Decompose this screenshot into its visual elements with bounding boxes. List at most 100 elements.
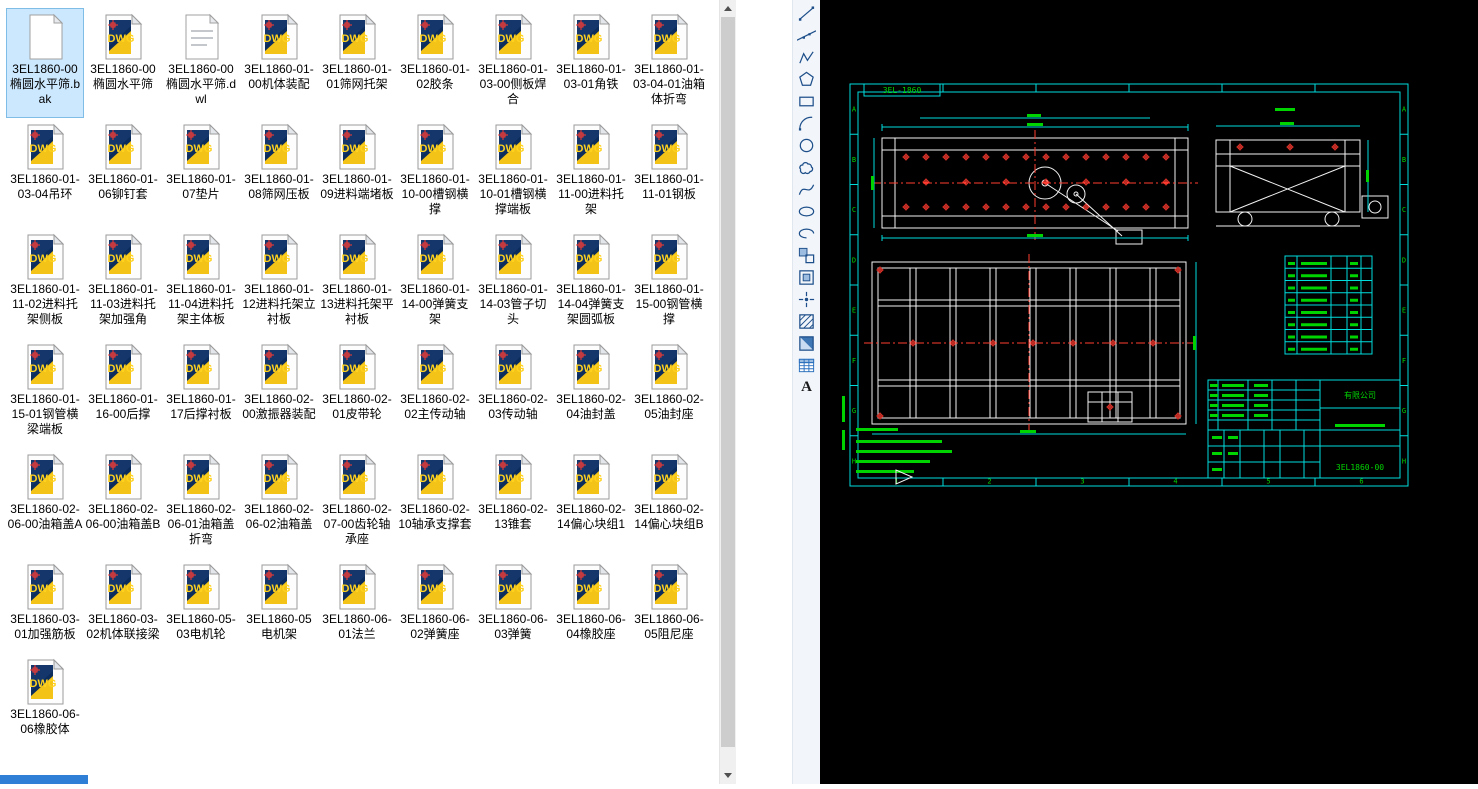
file-item[interactable]: DWG 3EL1860-06-04橡胶座 bbox=[552, 558, 630, 653]
cad-viewport[interactable]: 1 2 3 4 5 6 A A B B C C D D E E F F G G H H 3EL-1860 有限公司 3EL18… bbox=[820, 0, 1478, 784]
scrollbar-thumb[interactable] bbox=[721, 17, 735, 747]
file-item[interactable]: DWG 3EL1860-03-01加强筋板 bbox=[6, 558, 84, 653]
file-name: 3EL1860-01-03-04-01油箱体折弯 bbox=[632, 62, 706, 106]
file-item[interactable]: DWG 3EL1860-06-03弹簧 bbox=[474, 558, 552, 653]
file-item[interactable]: DWG 3EL1860-01-08筛网压板 bbox=[240, 118, 318, 228]
file-name: 3EL1860-01-03-04吊环 bbox=[10, 172, 80, 201]
file-item[interactable]: DWG 3EL1860-01-17后撑衬板 bbox=[162, 338, 240, 448]
file-item[interactable]: DWG 3EL1860-01-14-04弹簧支架圆弧板 bbox=[552, 228, 630, 338]
circle-icon[interactable] bbox=[795, 135, 819, 156]
ellipse-arc-icon[interactable] bbox=[795, 223, 819, 244]
file-item[interactable]: DWG 3EL1860-02-04油封盖 bbox=[552, 338, 630, 448]
bak-file-icon bbox=[21, 13, 69, 61]
file-item[interactable]: DWG 3EL1860-06-01法兰 bbox=[318, 558, 396, 653]
file-item[interactable]: DWG 3EL1860-02-05油封座 bbox=[630, 338, 708, 448]
polyline-icon[interactable] bbox=[795, 47, 819, 68]
file-item[interactable]: DWG 3EL1860-06-06橡胶体 bbox=[6, 653, 84, 748]
file-item[interactable]: DWG 3EL1860-02-06-01油箱盖折弯 bbox=[162, 448, 240, 558]
file-item[interactable]: 3EL1860-00椭圆水平筛.dwl bbox=[162, 8, 240, 118]
scroll-up-button[interactable] bbox=[720, 0, 736, 17]
file-item[interactable]: DWG 3EL1860-02-07-00齿轮轴承座 bbox=[318, 448, 396, 558]
file-item[interactable]: DWG 3EL1860-01-03-04吊环 bbox=[6, 118, 84, 228]
dwg-file-icon: DWG bbox=[255, 563, 303, 611]
file-item[interactable]: DWG 3EL1860-01-10-01槽钢横撑端板 bbox=[474, 118, 552, 228]
arc-icon[interactable] bbox=[795, 113, 819, 134]
file-item[interactable]: DWG 3EL1860-01-09进料端堵板 bbox=[318, 118, 396, 228]
dwg-file-icon: DWG bbox=[645, 563, 693, 611]
file-item[interactable]: DWG 3EL1860-01-11-02进料托架侧板 bbox=[6, 228, 84, 338]
file-item[interactable]: DWG 3EL1860-01-02胶条 bbox=[396, 8, 474, 118]
dwl-file-icon bbox=[177, 13, 225, 61]
file-item[interactable]: DWG 3EL1860-06-02弹簧座 bbox=[396, 558, 474, 653]
dwg-file-icon: DWG bbox=[177, 233, 225, 281]
file-item[interactable]: DWG 3EL1860-02-06-00油箱盖A bbox=[6, 448, 84, 558]
file-name: 3EL1860-01-11-01钢板 bbox=[634, 172, 704, 201]
file-item[interactable]: DWG 3EL1860-02-01皮带轮 bbox=[318, 338, 396, 448]
file-item[interactable]: DWG 3EL1860-02-13锥套 bbox=[474, 448, 552, 558]
file-name: 3EL1860-02-06-00油箱盖B bbox=[85, 502, 161, 531]
file-item[interactable]: DWG 3EL1860-02-14偏心块组B bbox=[630, 448, 708, 558]
file-item[interactable]: DWG 3EL1860-01-03-00侧板焊合 bbox=[474, 8, 552, 118]
dwg-file-icon: DWG bbox=[567, 123, 615, 171]
dwg-icon-label: DWG bbox=[420, 363, 447, 375]
file-item[interactable]: DWG 3EL1860-05-03电机轮 bbox=[162, 558, 240, 653]
polygon-icon[interactable] bbox=[795, 69, 819, 90]
file-item[interactable]: DWG 3EL1860-02-10轴承支撑套 bbox=[396, 448, 474, 558]
taskbar-corner[interactable] bbox=[0, 775, 88, 784]
file-item[interactable]: DWG 3EL1860-01-14-03管子切头 bbox=[474, 228, 552, 338]
file-item[interactable]: DWG 3EL1860-03-02机体联接梁 bbox=[84, 558, 162, 653]
construction-line-icon[interactable] bbox=[795, 25, 819, 46]
file-item[interactable]: DWG 3EL1860-02-14偏心块组1 bbox=[552, 448, 630, 558]
file-item[interactable]: DWG 3EL1860-01-06铆钉套 bbox=[84, 118, 162, 228]
scroll-down-arrow-icon bbox=[724, 773, 732, 778]
line-icon[interactable] bbox=[795, 3, 819, 24]
file-item[interactable]: DWG 3EL1860-01-15-01钢管横梁端板 bbox=[6, 338, 84, 448]
revision-cloud-icon[interactable] bbox=[795, 157, 819, 178]
file-item[interactable]: DWG 3EL1860-01-12进料托架立衬板 bbox=[240, 228, 318, 338]
file-item[interactable]: DWG 3EL1860-01-03-04-01油箱体折弯 bbox=[630, 8, 708, 118]
hatch-icon[interactable] bbox=[795, 311, 819, 332]
file-name: 3EL1860-02-01皮带轮 bbox=[322, 392, 392, 421]
svg-text:A: A bbox=[852, 106, 857, 114]
file-item[interactable]: DWG 3EL1860-02-00激振器装配 bbox=[240, 338, 318, 448]
file-item[interactable]: DWG 3EL1860-01-11-01钢板 bbox=[630, 118, 708, 228]
insert-block-icon[interactable] bbox=[795, 245, 819, 266]
ellipse-icon[interactable] bbox=[795, 201, 819, 222]
file-item[interactable]: DWG 3EL1860-01-16-00后撑 bbox=[84, 338, 162, 448]
svg-text:C: C bbox=[852, 206, 856, 214]
file-item[interactable]: DWG 3EL1860-02-06-02油箱盖 bbox=[240, 448, 318, 558]
file-item[interactable]: DWG 3EL1860-01-01筛网托架 bbox=[318, 8, 396, 118]
point-icon[interactable] bbox=[795, 289, 819, 310]
file-grid: 3EL1860-00椭圆水平筛.bak DWG 3EL1860-00椭圆水平筛 … bbox=[0, 0, 719, 748]
table-icon[interactable] bbox=[795, 355, 819, 376]
dwg-file-icon: DWG bbox=[567, 563, 615, 611]
file-item[interactable]: DWG 3EL1860-01-14-00弹簧支架 bbox=[396, 228, 474, 338]
file-item[interactable]: DWG 3EL1860-01-11-03进料托架加强角 bbox=[84, 228, 162, 338]
file-item[interactable]: DWG 3EL1860-01-03-01角铁 bbox=[552, 8, 630, 118]
file-item[interactable]: DWG 3EL1860-02-06-00油箱盖B bbox=[84, 448, 162, 558]
file-item[interactable]: DWG 3EL1860-01-11-04进料托架主体板 bbox=[162, 228, 240, 338]
spline-icon[interactable] bbox=[795, 179, 819, 200]
file-item[interactable]: 3EL1860-00椭圆水平筛.bak bbox=[6, 8, 84, 118]
dwg-file-icon: DWG bbox=[489, 453, 537, 501]
file-item[interactable]: DWG 3EL1860-02-02主传动轴 bbox=[396, 338, 474, 448]
make-block-icon[interactable] bbox=[795, 267, 819, 288]
file-item[interactable]: DWG 3EL1860-02-03传动轴 bbox=[474, 338, 552, 448]
gradient-icon[interactable] bbox=[795, 333, 819, 354]
dwg-icon-label: DWG bbox=[186, 143, 213, 155]
file-name: 3EL1860-01-12进料托架立衬板 bbox=[242, 282, 316, 326]
scroll-down-button[interactable] bbox=[720, 767, 736, 784]
file-item[interactable]: DWG 3EL1860-01-10-00槽钢横撑 bbox=[396, 118, 474, 228]
file-item[interactable]: DWG 3EL1860-01-15-00钢管横撑 bbox=[630, 228, 708, 338]
svg-text:B: B bbox=[1402, 156, 1406, 164]
file-item[interactable]: DWG 3EL1860-01-11-00进料托架 bbox=[552, 118, 630, 228]
file-item[interactable]: DWG 3EL1860-05电机架 bbox=[240, 558, 318, 653]
file-item[interactable]: DWG 3EL1860-00椭圆水平筛 bbox=[84, 8, 162, 118]
rectangle-icon[interactable] bbox=[795, 91, 819, 112]
multiline-text-icon[interactable]: A bbox=[795, 377, 819, 398]
file-panel-scrollbar[interactable] bbox=[719, 0, 736, 784]
file-item[interactable]: DWG 3EL1860-06-05阻尼座 bbox=[630, 558, 708, 653]
file-item[interactable]: DWG 3EL1860-01-00机体装配 bbox=[240, 8, 318, 118]
file-item[interactable]: DWG 3EL1860-01-13进料托架平衬板 bbox=[318, 228, 396, 338]
file-item[interactable]: DWG 3EL1860-01-07垫片 bbox=[162, 118, 240, 228]
